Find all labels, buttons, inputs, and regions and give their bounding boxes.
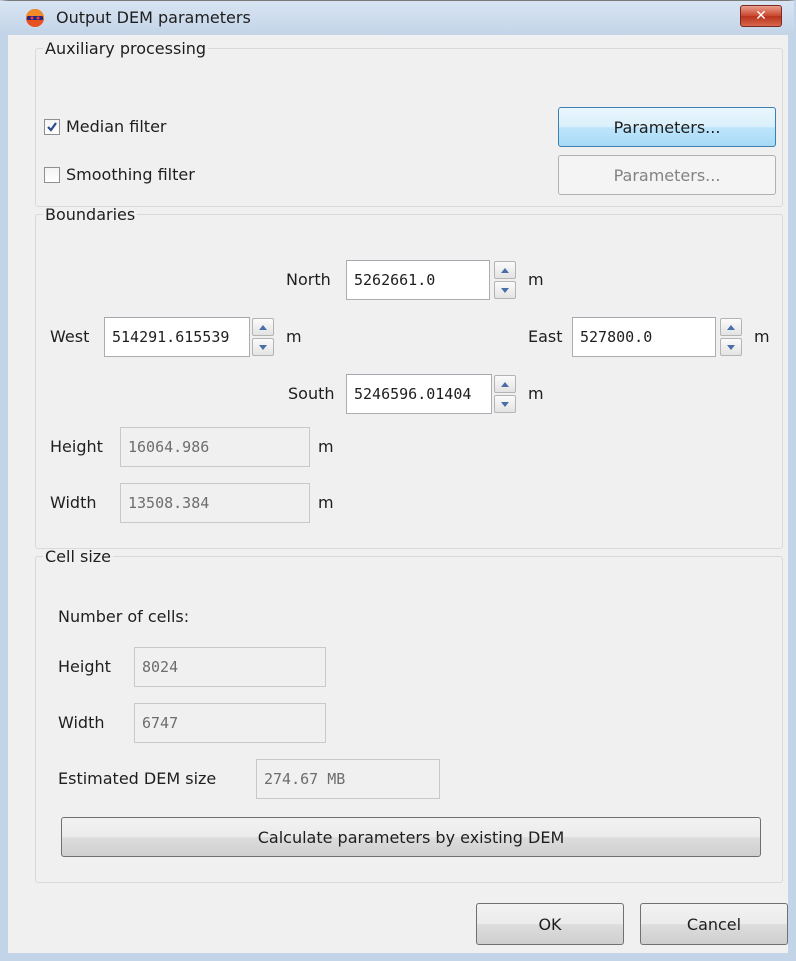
south-input[interactable]: 5246596.01404 [346, 374, 492, 414]
boundary-width-field: 13508.384 [120, 483, 310, 523]
boundary-width-unit: m [318, 493, 334, 512]
east-spinner[interactable] [720, 318, 742, 356]
cell-size-legend: Cell size [45, 547, 112, 566]
south-label: South [288, 384, 335, 403]
west-input[interactable]: 514291.615539 [104, 317, 250, 357]
boundary-height-unit: m [318, 437, 334, 456]
cells-height-field: 8024 [134, 647, 326, 687]
east-unit: m [754, 327, 770, 346]
cancel-button[interactable]: Cancel [640, 903, 788, 945]
east-input[interactable]: 527800.0 [572, 317, 716, 357]
south-spinner[interactable] [494, 375, 516, 413]
median-filter-label: Median filter [66, 117, 167, 136]
close-icon: ✕ [755, 8, 767, 24]
west-unit: m [286, 327, 302, 346]
boundary-width-label: Width [50, 493, 97, 512]
checkmark-icon [47, 122, 57, 132]
west-label: West [50, 327, 90, 346]
number-of-cells-label: Number of cells: [58, 607, 190, 626]
cells-width-label: Width [58, 713, 105, 732]
title-bar[interactable]: Output DEM parameters ✕ [0, 1, 794, 35]
smoothing-filter-label: Smoothing filter [66, 165, 195, 184]
south-unit: m [528, 384, 544, 403]
calculate-parameters-button[interactable]: Calculate parameters by existing DEM [61, 817, 761, 857]
boundary-height-field: 16064.986 [120, 427, 310, 467]
spin-down-icon[interactable] [252, 338, 274, 356]
auxiliary-processing-legend: Auxiliary processing [45, 39, 207, 58]
boundary-height-label: Height [50, 437, 103, 456]
spin-up-icon[interactable] [252, 318, 274, 336]
dialog-window: Output DEM parameters ✕ Auxiliary proces… [0, 0, 796, 961]
smoothing-parameters-button[interactable]: Parameters... [558, 155, 776, 195]
close-button[interactable]: ✕ [740, 5, 782, 27]
spin-up-icon[interactable] [494, 261, 516, 279]
cells-width-field: 6747 [134, 703, 326, 743]
median-parameters-button[interactable]: Parameters... [558, 107, 776, 147]
north-spinner[interactable] [494, 261, 516, 299]
boundaries-legend: Boundaries [45, 205, 136, 224]
spin-up-icon[interactable] [494, 375, 516, 393]
median-filter-checkbox[interactable] [44, 119, 60, 135]
north-unit: m [528, 270, 544, 289]
spin-down-icon[interactable] [494, 281, 516, 299]
app-logo-icon [26, 9, 44, 27]
spin-up-icon[interactable] [720, 318, 742, 336]
spin-down-icon[interactable] [494, 395, 516, 413]
estimated-dem-size-label: Estimated DEM size [58, 769, 217, 788]
ok-button[interactable]: OK [476, 903, 624, 945]
north-input[interactable]: 5262661.0 [346, 260, 490, 300]
smoothing-filter-checkbox[interactable] [44, 167, 60, 183]
north-label: North [286, 270, 331, 289]
dialog-body: Auxiliary processing Median filter Param… [8, 35, 788, 953]
cells-height-label: Height [58, 657, 111, 676]
estimated-dem-size-field: 274.67 MB [256, 759, 440, 799]
west-spinner[interactable] [252, 318, 274, 356]
window-title: Output DEM parameters [56, 8, 251, 27]
spin-down-icon[interactable] [720, 338, 742, 356]
east-label: East [528, 327, 563, 346]
